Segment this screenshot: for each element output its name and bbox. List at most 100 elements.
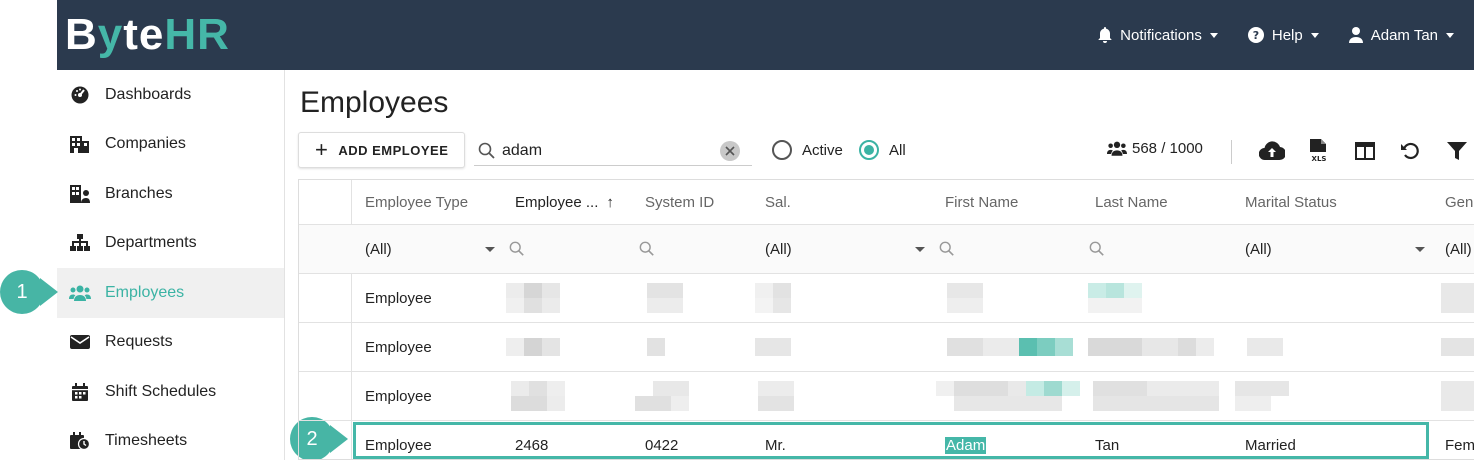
- sidebar-item-label: Employees: [105, 283, 185, 301]
- redacted-cell: [758, 381, 794, 411]
- redacted-cell: [1247, 338, 1283, 356]
- column-header-marital-status[interactable]: Marital Status: [1245, 180, 1337, 224]
- logo-letter: y: [97, 10, 124, 59]
- top-right-menu: Notifications ? Help Adam Tan: [1098, 0, 1474, 70]
- branch-icon: [69, 184, 91, 204]
- search-input[interactable]: [502, 141, 712, 160]
- radio-circle: [859, 140, 879, 160]
- dropdown-caret-icon: [485, 246, 495, 252]
- sidebar-item-requests[interactable]: Requests: [57, 318, 284, 368]
- calendar-clock-icon: [69, 431, 91, 451]
- redacted-cell: [1441, 283, 1474, 313]
- dropdown-caret-icon: [915, 246, 925, 252]
- sidebar: Dashboards Companies Branches Department…: [57, 70, 285, 460]
- redacted-cell: [1093, 381, 1219, 411]
- table-row[interactable]: Employee: [299, 274, 1474, 323]
- table-row[interactable]: Employee: [299, 372, 1474, 421]
- column-header-employee-type[interactable]: Employee Type: [365, 180, 468, 224]
- toolbar: + ADD EMPLOYEE Active All 568 / 1000: [298, 132, 1474, 168]
- redacted-cell: [755, 338, 791, 356]
- sidebar-item-companies[interactable]: Companies: [57, 120, 284, 170]
- main-content: Employees + ADD EMPLOYEE Active All: [286, 70, 1474, 460]
- sidebar-item-label: Companies: [105, 135, 186, 153]
- filter-employee-type[interactable]: (All): [365, 225, 495, 273]
- filter-employee-no[interactable]: [509, 225, 525, 273]
- sidebar-item-label: Shift Schedules: [105, 382, 217, 400]
- plus-icon: +: [315, 137, 329, 162]
- grid-header-row: Employee Type Employee ... ↑ System ID S…: [299, 180, 1474, 225]
- user-menu[interactable]: Adam Tan: [1348, 27, 1454, 44]
- chevron-down-icon: [1209, 32, 1218, 38]
- table-row-selected[interactable]: Employee 2468 0422 Mr. Adam Tan Married …: [299, 421, 1474, 459]
- sidebar-item-shift-schedules[interactable]: Shift Schedules: [57, 367, 284, 417]
- help-label: Help: [1271, 26, 1303, 44]
- redacted-cell: [936, 381, 1080, 411]
- envelope-icon: [69, 332, 91, 352]
- radio-all[interactable]: All: [859, 140, 906, 160]
- employees-grid: Employee Type Employee ... ↑ System ID S…: [298, 179, 1474, 460]
- employee-count: 568 / 1000: [1107, 140, 1203, 157]
- clear-search-icon[interactable]: [720, 141, 740, 161]
- filter-last-name[interactable]: [1089, 225, 1105, 273]
- users-icon: [1107, 141, 1127, 156]
- table-row[interactable]: Employee: [299, 323, 1474, 372]
- cell-employee-type: Employee: [365, 436, 432, 454]
- column-header-gender[interactable]: Gend: [1445, 180, 1474, 224]
- search-icon: [478, 142, 496, 160]
- sidebar-item-label: Departments: [105, 234, 197, 252]
- notifications-menu[interactable]: Notifications: [1098, 27, 1218, 44]
- redacted-cell: [635, 381, 689, 411]
- page-title: Employees: [300, 86, 449, 119]
- chevron-down-icon: [1446, 32, 1454, 38]
- refresh-icon[interactable]: [1397, 138, 1423, 164]
- cell-employee-type: Employee: [365, 387, 432, 405]
- column-header-employee-no[interactable]: Employee ... ↑: [515, 180, 614, 224]
- sidebar-item-departments[interactable]: Departments: [57, 219, 284, 269]
- sidebar-item-label: Branches: [105, 184, 173, 202]
- radio-all-label: All: [889, 141, 906, 159]
- bytehr-logo[interactable]: By te HR: [65, 10, 230, 60]
- help-menu[interactable]: ? Help: [1247, 26, 1319, 44]
- sidebar-item-employees[interactable]: Employees: [57, 268, 284, 318]
- cell-employee-no: 2468: [515, 436, 549, 454]
- sidebar-item-label: Timesheets: [105, 432, 188, 450]
- dropdown-caret-icon: [1415, 246, 1425, 252]
- column-header-last-name[interactable]: Last Name: [1095, 180, 1168, 224]
- callout-number: 1: [16, 280, 28, 303]
- filter-first-name[interactable]: [939, 225, 955, 273]
- column-header-first-name[interactable]: First Name: [945, 180, 1018, 224]
- sidebar-item-timesheets[interactable]: Timesheets: [57, 417, 284, 460]
- redacted-cell: [511, 381, 565, 411]
- excel-export-icon[interactable]: XLS: [1306, 138, 1332, 164]
- filter-gender[interactable]: (All): [1445, 225, 1474, 273]
- column-header-sal[interactable]: Sal.: [765, 180, 791, 224]
- radio-active-label: Active: [802, 141, 843, 159]
- svg-text:?: ?: [1253, 29, 1259, 42]
- redacted-cell: [1441, 381, 1474, 411]
- top-bar: By te HR Notifications ? Help Adam Tan: [57, 0, 1474, 70]
- column-header-system-id[interactable]: System ID: [645, 180, 714, 224]
- redacted-cell: [1088, 283, 1142, 313]
- radio-active[interactable]: Active: [772, 140, 843, 160]
- filter-marital-status[interactable]: (All): [1245, 225, 1425, 273]
- search-icon: [939, 241, 954, 256]
- chevron-down-icon: [1310, 32, 1319, 38]
- sidebar-item-label: Dashboards: [105, 85, 192, 103]
- filter-sal[interactable]: (All): [765, 225, 925, 273]
- sidebar-item-branches[interactable]: Branches: [57, 169, 284, 219]
- filter-value: (All): [1445, 240, 1472, 258]
- columns-icon[interactable]: [1352, 138, 1378, 164]
- filter-system-id[interactable]: [639, 225, 655, 273]
- cloud-upload-icon[interactable]: [1259, 138, 1285, 164]
- sitemap-icon: [69, 233, 91, 253]
- redacted-cell: [947, 338, 1073, 356]
- sidebar-item-dashboards[interactable]: Dashboards: [57, 70, 284, 120]
- callout-bubble: 1: [0, 270, 58, 314]
- add-employee-button[interactable]: + ADD EMPLOYEE: [298, 132, 465, 168]
- cell-sal: Mr.: [765, 436, 786, 454]
- help-circle-icon: ?: [1247, 27, 1264, 43]
- filter-icon[interactable]: [1444, 138, 1470, 164]
- employee-count-value: 568 / 1000: [1132, 140, 1203, 157]
- callout-tail: [40, 278, 58, 306]
- sort-ascending-icon: ↑: [606, 193, 614, 211]
